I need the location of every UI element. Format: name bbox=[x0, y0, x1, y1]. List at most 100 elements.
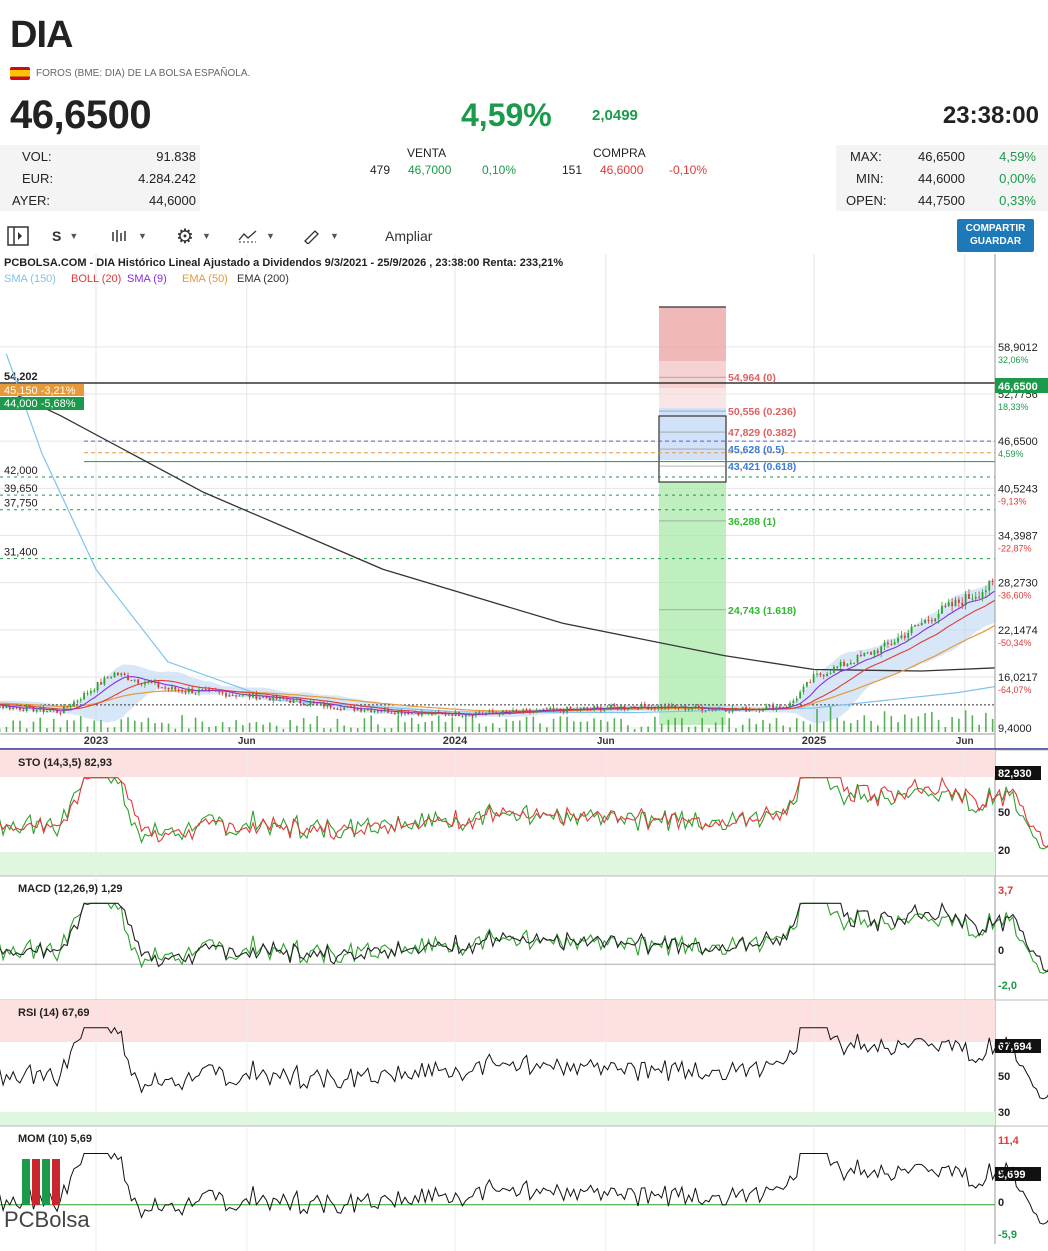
volume-bar bbox=[708, 728, 710, 732]
candle-body bbox=[704, 710, 707, 712]
volume-bar bbox=[275, 725, 278, 732]
candle-body bbox=[934, 618, 937, 622]
candle-body bbox=[447, 714, 450, 716]
indicator-axis-label: 50 bbox=[998, 807, 1010, 819]
candle-body bbox=[917, 625, 920, 627]
candle-body bbox=[937, 613, 940, 619]
volume-bar bbox=[194, 717, 197, 732]
indicators-select[interactable]: ▼ bbox=[238, 223, 275, 249]
chart-type-select[interactable]: ▼ bbox=[110, 223, 147, 249]
candle-body bbox=[677, 707, 680, 709]
candle-body bbox=[640, 704, 643, 710]
candle-body bbox=[974, 596, 977, 599]
share-save-button[interactable]: COMPARTIR GUARDAR bbox=[957, 219, 1034, 252]
candle-body bbox=[69, 705, 72, 708]
volume-bar bbox=[5, 726, 8, 732]
candle-body bbox=[795, 698, 798, 701]
candle-body bbox=[22, 709, 25, 711]
candle-body bbox=[714, 709, 717, 711]
candle-body bbox=[832, 666, 835, 673]
candle-body bbox=[978, 596, 981, 598]
volume-bar bbox=[546, 727, 548, 732]
volume-bar bbox=[694, 726, 697, 732]
candle-body bbox=[120, 673, 123, 676]
price-chart[interactable]: 54,202 42,000 39,650 37,750 31,400 PCBOLSA.C… bbox=[0, 254, 1048, 1251]
candle-body bbox=[100, 682, 102, 685]
candle-body bbox=[637, 707, 639, 710]
candle-body bbox=[927, 619, 930, 621]
volume-bar bbox=[552, 718, 555, 732]
toggle-panel-button[interactable] bbox=[6, 223, 30, 249]
volume-bar bbox=[93, 720, 96, 732]
candle-body bbox=[414, 712, 417, 714]
indicator-axis-label: 11,4 bbox=[998, 1135, 1020, 1147]
indicator-axis-label: 0 bbox=[998, 1197, 1004, 1209]
fib-label: 45,628 (0.5) bbox=[728, 444, 785, 456]
volume-bar bbox=[681, 718, 683, 732]
volume-bar bbox=[431, 720, 433, 732]
candle-body bbox=[383, 708, 386, 712]
volume-bar bbox=[856, 719, 859, 732]
zoom-button[interactable]: Ampliar bbox=[385, 223, 432, 249]
overbought-zone bbox=[0, 1000, 995, 1042]
volume-bar bbox=[566, 716, 568, 732]
volume-bar bbox=[127, 717, 129, 732]
candle-body bbox=[204, 688, 207, 690]
fib-red-zone-light bbox=[659, 388, 726, 408]
volume-bar bbox=[829, 706, 832, 732]
settings-select[interactable]: ⚙ ▼ bbox=[176, 223, 211, 249]
volume-bar bbox=[606, 721, 609, 732]
volume-bar bbox=[687, 726, 690, 732]
volume-bar bbox=[586, 721, 589, 732]
price-tick-label: 28,2730 bbox=[998, 578, 1038, 590]
chevron-down-icon: ▼ bbox=[138, 231, 147, 241]
chart-toolbar: S ▼ ▼ ⚙ ▼ ▼ ▼ Ampliar bbox=[0, 219, 1048, 253]
volume-bar bbox=[106, 727, 109, 732]
volume-bar bbox=[444, 721, 447, 732]
candle-body bbox=[370, 709, 373, 712]
candle-body bbox=[140, 683, 143, 685]
candle-body bbox=[292, 699, 295, 703]
draw-tools-select[interactable]: ▼ bbox=[302, 223, 339, 249]
candle-body bbox=[961, 602, 964, 606]
volume-bar bbox=[573, 721, 575, 732]
compra-qty: 151 bbox=[562, 163, 583, 177]
candle-body bbox=[708, 708, 710, 711]
volume-bar bbox=[296, 725, 298, 732]
pct-tick-label: -50,34% bbox=[998, 638, 1032, 648]
volume-bar bbox=[208, 726, 210, 732]
candle-body bbox=[373, 710, 376, 712]
chevron-down-icon: ▼ bbox=[266, 231, 275, 241]
candle-body bbox=[29, 706, 31, 708]
candle-body bbox=[789, 703, 791, 708]
pcbolsa-logo: PCBolsa bbox=[4, 1159, 90, 1232]
candle-body bbox=[910, 626, 913, 634]
volume-bar bbox=[188, 728, 190, 732]
candle-body bbox=[93, 690, 96, 692]
candle-body bbox=[268, 697, 271, 701]
volume-bar bbox=[255, 721, 258, 732]
volume-bar bbox=[350, 727, 352, 732]
volume-bar bbox=[59, 727, 62, 732]
candle-body bbox=[944, 605, 947, 607]
stat-label: OPEN: bbox=[846, 193, 887, 208]
volume-bar bbox=[235, 720, 237, 732]
order-book: VENTA COMPRA 479 46,7000 0,10% 151 46,60… bbox=[365, 146, 725, 182]
candle-body bbox=[424, 711, 427, 714]
indicator-axis-label: -2,0 bbox=[998, 980, 1017, 992]
fib-label: 36,288 (1) bbox=[728, 516, 776, 528]
candle-body bbox=[826, 673, 829, 677]
candle-body bbox=[397, 710, 400, 714]
candle-body bbox=[461, 715, 464, 717]
stat-value: 44,7500 bbox=[918, 193, 965, 208]
period-select[interactable]: S ▼ bbox=[52, 223, 78, 249]
candle-body bbox=[799, 692, 802, 699]
volume-bar bbox=[377, 724, 379, 732]
candle-body bbox=[572, 708, 575, 710]
stat-value: 44,6000 bbox=[918, 171, 965, 186]
volume-bar bbox=[890, 715, 893, 732]
mom-line bbox=[0, 1152, 1048, 1225]
candle-body bbox=[319, 702, 322, 704]
volume-bar bbox=[741, 724, 744, 732]
candle-body bbox=[866, 652, 869, 654]
